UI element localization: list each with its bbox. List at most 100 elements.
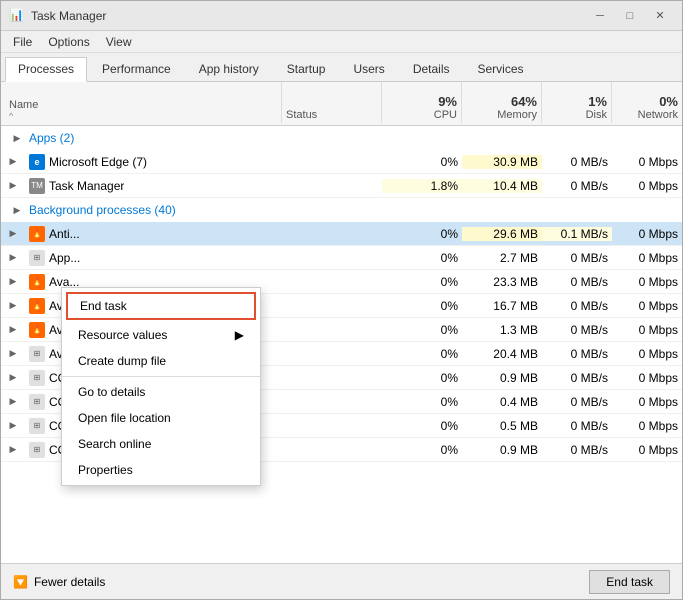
table-row[interactable]: ▶ TM Task Manager 1.8% 10.4 MB 0 MB/s 0 … bbox=[1, 174, 682, 198]
col-network[interactable]: 0% Network bbox=[612, 82, 682, 123]
avast-icon: 🔥 bbox=[29, 298, 45, 314]
table-header: Name ^ Status 9% CPU 64% Memory 1% Disk … bbox=[1, 82, 682, 126]
cell-disk: 0 MB/s bbox=[542, 395, 612, 409]
disk-label: Disk bbox=[586, 109, 607, 121]
expand-background[interactable]: ▶ bbox=[9, 202, 25, 218]
memory-pct: 64% bbox=[511, 94, 537, 109]
tab-users[interactable]: Users bbox=[340, 57, 397, 81]
table-row[interactable]: ▶ e Microsoft Edge (7) 0% 30.9 MB 0 MB/s… bbox=[1, 150, 682, 174]
col-disk[interactable]: 1% Disk bbox=[542, 82, 612, 123]
row-expand[interactable]: ▶ bbox=[5, 370, 21, 386]
cell-name: ▶ TM Task Manager bbox=[1, 178, 282, 194]
tab-app-history[interactable]: App history bbox=[186, 57, 272, 81]
memory-label: Memory bbox=[497, 109, 537, 121]
end-task-button[interactable]: End task bbox=[589, 570, 670, 594]
cell-cpu: 0% bbox=[382, 371, 462, 385]
cell-memory: 29.6 MB bbox=[462, 227, 542, 241]
cell-network: 0 Mbps bbox=[612, 299, 682, 313]
cell-memory: 23.3 MB bbox=[462, 275, 542, 289]
row-expand[interactable]: ▶ bbox=[5, 274, 21, 290]
cell-network: 0 Mbps bbox=[612, 275, 682, 289]
cell-disk: 0 MB/s bbox=[542, 179, 612, 193]
section-header-background[interactable]: ▶ Background processes (40) bbox=[1, 198, 682, 222]
cpu-label: CPU bbox=[434, 109, 457, 121]
cell-cpu: 0% bbox=[382, 251, 462, 265]
title-bar-left: 📊 Task Manager bbox=[9, 8, 106, 24]
tab-services[interactable]: Services bbox=[465, 57, 537, 81]
col-name-label: Name bbox=[9, 99, 38, 111]
window-title: Task Manager bbox=[31, 9, 106, 23]
table-row[interactable]: ▶ 🔥 Anti... 0% 29.6 MB 0.1 MB/s 0 Mbps bbox=[1, 222, 682, 246]
row-expand[interactable]: ▶ bbox=[5, 178, 21, 194]
context-menu: End task Resource values ▶ Create dump f… bbox=[61, 287, 261, 486]
ctx-open-file-location[interactable]: Open file location bbox=[62, 405, 260, 431]
tab-details[interactable]: Details bbox=[400, 57, 463, 81]
cell-name: ▶ ⊞ App... bbox=[1, 250, 282, 266]
cell-cpu: 0% bbox=[382, 299, 462, 313]
cell-disk: 0 MB/s bbox=[542, 155, 612, 169]
section-label-background: Background processes (40) bbox=[29, 203, 176, 217]
cell-disk: 0 MB/s bbox=[542, 323, 612, 337]
cell-cpu: 1.8% bbox=[382, 179, 462, 193]
ctx-search-online[interactable]: Search online bbox=[62, 431, 260, 457]
process-name: Task Manager bbox=[49, 179, 124, 193]
cell-cpu: 0% bbox=[382, 323, 462, 337]
menu-file[interactable]: File bbox=[5, 33, 40, 51]
table-area: Name ^ Status 9% CPU 64% Memory 1% Disk … bbox=[1, 82, 682, 563]
col-memory[interactable]: 64% Memory bbox=[462, 82, 542, 123]
ctx-properties[interactable]: Properties bbox=[62, 457, 260, 483]
ctx-resource-values[interactable]: Resource values ▶ bbox=[62, 322, 260, 348]
maximize-button[interactable]: □ bbox=[616, 6, 644, 26]
cell-network: 0 Mbps bbox=[612, 155, 682, 169]
row-expand[interactable]: ▶ bbox=[5, 322, 21, 338]
section-header-apps[interactable]: ▶ Apps (2) bbox=[1, 126, 682, 150]
cell-memory: 2.7 MB bbox=[462, 251, 542, 265]
col-status-label: Status bbox=[286, 109, 317, 121]
col-cpu[interactable]: 9% CPU bbox=[382, 82, 462, 123]
col-name[interactable]: Name ^ bbox=[1, 82, 282, 123]
tabs: Processes Performance App history Startu… bbox=[1, 53, 682, 82]
tab-performance[interactable]: Performance bbox=[89, 57, 184, 81]
tab-startup[interactable]: Startup bbox=[274, 57, 339, 81]
ctx-create-dump[interactable]: Create dump file bbox=[62, 348, 260, 374]
tm-icon: TM bbox=[29, 178, 45, 194]
close-button[interactable]: ✕ bbox=[646, 6, 674, 26]
cell-network: 0 Mbps bbox=[612, 443, 682, 457]
cell-disk: 0 MB/s bbox=[542, 371, 612, 385]
expand-apps[interactable]: ▶ bbox=[9, 130, 25, 146]
network-pct: 0% bbox=[659, 94, 678, 109]
row-expand[interactable]: ▶ bbox=[5, 346, 21, 362]
edge-icon: e bbox=[29, 154, 45, 170]
tab-processes[interactable]: Processes bbox=[5, 57, 87, 82]
cell-cpu: 0% bbox=[382, 443, 462, 457]
title-buttons: ─ □ ✕ bbox=[586, 6, 674, 26]
menu-bar: File Options View bbox=[1, 31, 682, 53]
row-expand[interactable]: ▶ bbox=[5, 442, 21, 458]
cell-memory: 0.5 MB bbox=[462, 419, 542, 433]
row-expand[interactable]: ▶ bbox=[5, 226, 21, 242]
cell-memory: 0.4 MB bbox=[462, 395, 542, 409]
cell-cpu: 0% bbox=[382, 395, 462, 409]
row-expand[interactable]: ▶ bbox=[5, 418, 21, 434]
row-expand[interactable]: ▶ bbox=[5, 250, 21, 266]
col-status[interactable]: Status bbox=[282, 82, 382, 123]
ctx-go-to-details[interactable]: Go to details bbox=[62, 379, 260, 405]
menu-view[interactable]: View bbox=[98, 33, 140, 51]
title-bar: 📊 Task Manager ─ □ ✕ bbox=[1, 1, 682, 31]
minimize-button[interactable]: ─ bbox=[586, 6, 614, 26]
row-expand[interactable]: ▶ bbox=[5, 394, 21, 410]
cell-disk: 0 MB/s bbox=[542, 419, 612, 433]
menu-options[interactable]: Options bbox=[40, 33, 97, 51]
ctx-end-task[interactable]: End task bbox=[66, 292, 256, 320]
fewer-details-btn[interactable]: 🔽 Fewer details bbox=[13, 575, 105, 589]
process-icon: ⊞ bbox=[29, 394, 45, 410]
table-row[interactable]: ▶ ⊞ App... 0% 2.7 MB 0 MB/s 0 Mbps bbox=[1, 246, 682, 270]
row-expand[interactable]: ▶ bbox=[5, 298, 21, 314]
ctx-separator bbox=[62, 376, 260, 377]
avast-icon: 🔥 bbox=[29, 226, 45, 242]
cell-memory: 0.9 MB bbox=[462, 371, 542, 385]
cell-disk: 0 MB/s bbox=[542, 443, 612, 457]
cell-memory: 16.7 MB bbox=[462, 299, 542, 313]
row-expand[interactable]: ▶ bbox=[5, 154, 21, 170]
fewer-details-icon: 🔽 bbox=[13, 575, 28, 589]
